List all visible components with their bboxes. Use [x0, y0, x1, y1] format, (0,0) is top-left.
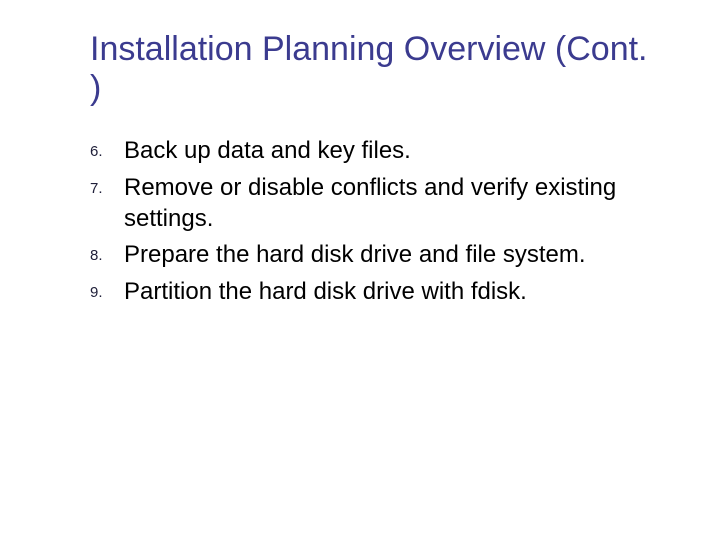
list-number: 7.: [90, 173, 124, 197]
list-text: Remove or disable conflicts and verify e…: [124, 173, 660, 234]
ordered-list: 6. Back up data and key files. 7. Remove…: [90, 136, 660, 308]
list-text: Back up data and key files.: [124, 136, 411, 167]
list-text: Partition the hard disk drive with fdisk…: [124, 277, 527, 308]
slide-title: Installation Planning Overview (Cont. ): [90, 30, 660, 108]
list-number: 8.: [90, 240, 124, 264]
list-item: 8. Prepare the hard disk drive and file …: [90, 240, 660, 271]
list-item: 6. Back up data and key files.: [90, 136, 660, 167]
list-text: Prepare the hard disk drive and file sys…: [124, 240, 586, 271]
list-number: 9.: [90, 277, 124, 301]
slide: Installation Planning Overview (Cont. ) …: [0, 0, 720, 540]
list-item: 7. Remove or disable conflicts and verif…: [90, 173, 660, 234]
list-number: 6.: [90, 136, 124, 160]
list-item: 9. Partition the hard disk drive with fd…: [90, 277, 660, 308]
